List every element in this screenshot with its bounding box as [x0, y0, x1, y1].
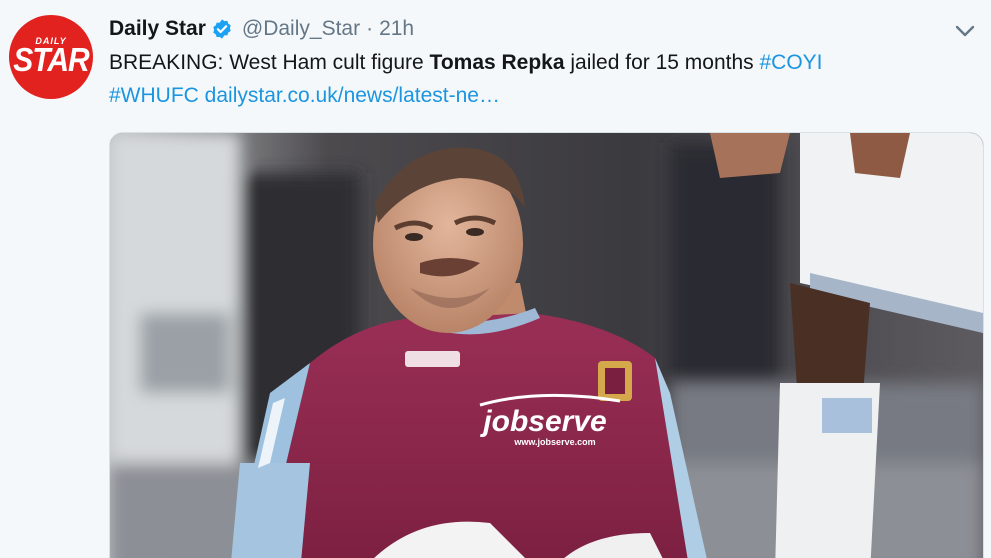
tweet-text: BREAKING: West Ham cult figure Tomas Rep… — [109, 46, 979, 112]
hashtag-link[interactable]: #WHUFC — [109, 84, 199, 107]
shirt-sponsor-small-text: www.jobserve.com — [513, 437, 595, 447]
verified-badge-icon — [211, 18, 233, 40]
avatar-logo-text: STAR — [13, 42, 89, 79]
tweet-media-image[interactable]: jobserve www.jobserve.com — [109, 132, 984, 558]
hashtag-link[interactable]: #COYI — [759, 51, 822, 74]
tweet-timestamp[interactable]: 21h — [379, 17, 414, 41]
user-handle[interactable]: @Daily_Star — [242, 17, 360, 41]
header-separator: · — [366, 17, 374, 40]
tweet-text-bold-name: Tomas Repka — [429, 51, 565, 74]
tweet-header: Daily Star @Daily_Star · 21h — [109, 14, 414, 44]
tweet[interactable]: DAILY STAR Daily Star @Daily_Star · 21h … — [0, 0, 991, 558]
article-link[interactable]: dailystar.co.uk/news/latest-ne… — [205, 84, 500, 107]
shirt-sponsor-text: jobserve — [479, 405, 606, 438]
avatar[interactable]: DAILY STAR — [9, 15, 93, 99]
display-name[interactable]: Daily Star — [109, 17, 206, 41]
chevron-down-icon[interactable] — [954, 22, 976, 40]
tweet-text-part1: BREAKING: West Ham cult figure — [109, 51, 430, 74]
tweet-text-part2: jailed for 15 months — [564, 51, 760, 74]
